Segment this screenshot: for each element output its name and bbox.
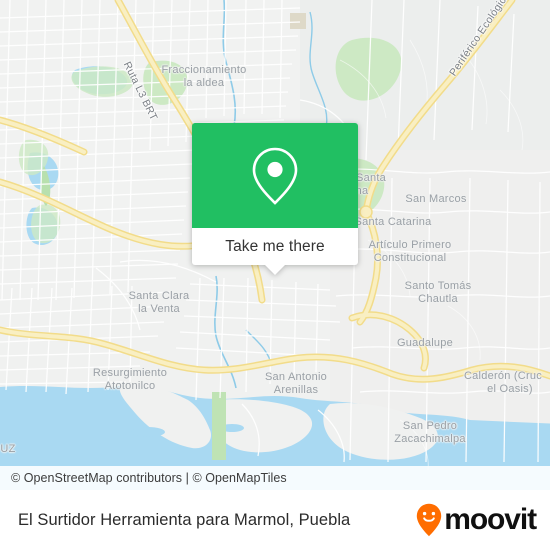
location-popup-card[interactable]: Take me there [192,123,358,275]
popup-action-row[interactable]: Take me there [192,228,358,265]
take-me-there-label: Take me there [225,237,325,255]
attribution-text: © OpenStreetMap contributors | © OpenMap… [11,471,287,485]
map-screen: Ruta L3 BRT Periférico Ecológico Fracciona… [0,0,550,550]
popup-pointer-tail [264,264,286,275]
moovit-logo[interactable]: moovit [416,503,537,537]
bottom-info-bar: El Surtidor Herramienta para Marmol, Pue… [0,490,550,550]
map-canvas[interactable]: Ruta L3 BRT Periférico Ecológico Fracciona… [0,0,550,490]
moovit-wordmark: moovit [444,503,537,536]
moovit-smiley-pin-icon [417,503,442,537]
map-attribution-bar[interactable]: © OpenStreetMap contributors | © OpenMap… [0,466,550,490]
popup-image-area [192,123,358,228]
place-title: El Surtidor Herramienta para Marmol, Pue… [18,510,351,529]
map-pin-icon [252,147,298,205]
